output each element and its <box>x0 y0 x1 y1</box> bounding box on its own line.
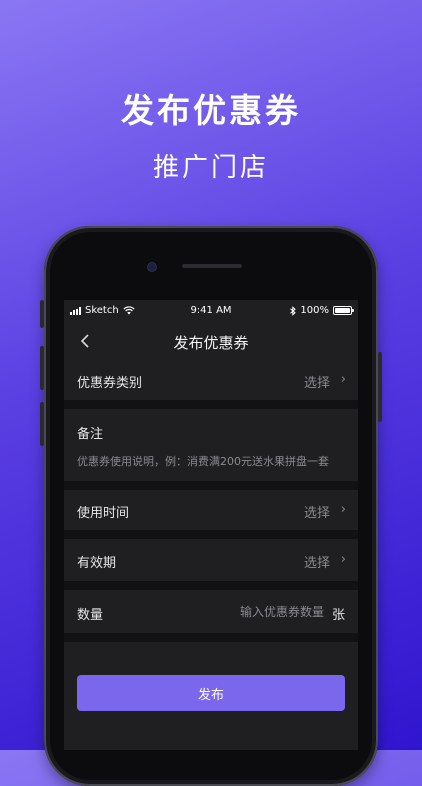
note-label: 备注 <box>77 427 104 442</box>
section-divider <box>64 530 358 539</box>
hero-title: 发布优惠券 <box>121 91 301 130</box>
section-divider <box>64 400 358 409</box>
publish-button[interactable]: 发布 <box>77 675 345 711</box>
quantity-label: 数量 <box>77 608 104 623</box>
quantity-input[interactable] <box>194 602 324 622</box>
bluetooth-icon <box>290 305 297 316</box>
section-divider <box>64 581 358 590</box>
hero-subtitle: 推广门店 <box>152 153 269 183</box>
page-title: 发布优惠券 <box>173 334 249 352</box>
battery-icon <box>333 306 354 315</box>
phone-volume-down-button <box>40 402 44 446</box>
phone-volume-up-button <box>40 346 44 390</box>
phone-mute-switch <box>40 300 44 328</box>
front-camera <box>148 263 156 271</box>
use-time-label: 使用时间 <box>77 506 130 521</box>
phone-power-button <box>378 352 382 422</box>
status-bar: Sketch 9:41 AM 100% <box>64 300 358 322</box>
use-time-row[interactable]: 使用时间 选择 › <box>64 490 358 530</box>
use-time-value: 选择 <box>303 506 330 521</box>
nav-bar: 发布优惠券 <box>64 322 358 362</box>
chevron-right-icon: › <box>340 372 346 387</box>
validity-label: 有效期 <box>77 556 117 571</box>
coupon-type-row[interactable]: 优惠券类别 选择 › <box>64 362 358 400</box>
chevron-right-icon: › <box>340 552 346 567</box>
earpiece-speaker <box>182 264 242 268</box>
quantity-unit: 张 <box>331 608 345 623</box>
coupon-type-label: 优惠券类别 <box>77 376 143 391</box>
section-divider <box>64 481 358 490</box>
note-section[interactable]: 备注 <box>64 409 358 481</box>
validity-row[interactable]: 有效期 选择 › <box>64 539 358 581</box>
section-divider <box>64 633 358 642</box>
phone-screen: Sketch 9:41 AM 100% 发布优惠券 优惠券类别 选择 › 备注 … <box>64 300 358 750</box>
battery-percent: 100% <box>300 305 329 316</box>
chevron-right-icon: › <box>340 502 346 517</box>
note-hint-text: 优惠券使用说明，例：消费满200元送水果拼盘一套 <box>77 455 329 468</box>
validity-value: 选择 <box>303 556 330 571</box>
coupon-type-value: 选择 <box>303 376 330 391</box>
